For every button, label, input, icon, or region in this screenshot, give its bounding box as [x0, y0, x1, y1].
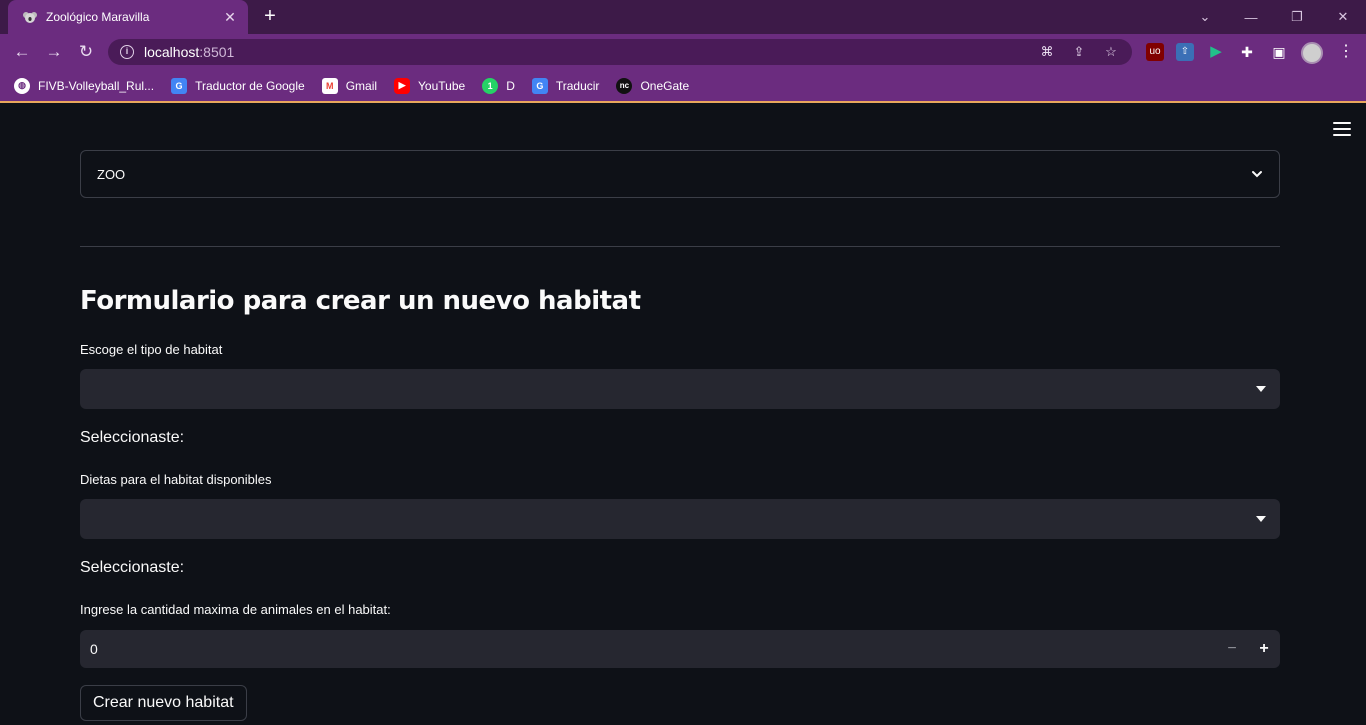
new-tab-button[interactable]: + — [258, 6, 282, 28]
form-title: Formulario para crear un nuevo habitat — [80, 286, 641, 316]
bookmark-gmail[interactable]: M Gmail — [321, 77, 378, 94]
url-host: localhost — [144, 44, 200, 60]
bookmark-star-icon[interactable]: ☆ — [1102, 43, 1120, 61]
globe-icon: ◍ — [14, 77, 30, 94]
selected-habitat-text: Seleccionaste: — [80, 429, 185, 446]
habitat-type-label: Escoge el tipo de habitat — [80, 342, 223, 357]
bookmark-traducir[interactable]: G Traducir — [531, 77, 600, 94]
bookmark-label: OneGate — [640, 78, 690, 93]
google-translate-icon: G — [531, 77, 548, 94]
caret-down-icon — [1256, 386, 1266, 392]
max-animals-number-input[interactable]: 0 − + — [80, 630, 1280, 668]
bookmark-label: Traductor de Google — [195, 78, 305, 93]
bookmark-label: D — [506, 78, 515, 93]
diet-label: Dietas para el habitat disponibles — [80, 472, 272, 487]
back-arrow-icon[interactable]: ← — [10, 41, 34, 63]
ublock-extension-icon[interactable]: uo — [1146, 43, 1164, 61]
gmail-icon: M — [321, 77, 338, 94]
reload-icon[interactable]: ↻ — [74, 41, 98, 63]
bookmark-label: Traducir — [555, 78, 600, 93]
extension-icon[interactable]: ⇧ — [1176, 43, 1194, 61]
url-port: :8501 — [199, 44, 235, 60]
browser-tab-active[interactable]: Zoológico Maravilla ✕ — [8, 0, 248, 34]
bookmark-d[interactable]: 1 D — [482, 77, 515, 94]
decrement-button[interactable]: − — [1216, 630, 1248, 668]
forward-arrow-icon[interactable]: → — [42, 41, 66, 63]
habitat-type-select[interactable] — [80, 369, 1280, 409]
browser-tab-bar: Zoológico Maravilla ✕ + ⌄ — ❐ ✕ — [0, 0, 1366, 34]
tab-close-icon[interactable]: ✕ — [222, 9, 238, 26]
caret-down-icon — [1256, 516, 1266, 522]
tab-search-icon[interactable]: ⌄ — [1182, 0, 1228, 34]
max-animals-label: Ingrese la cantidad maxima de animales e… — [80, 602, 391, 617]
browser-toolbar: ← → ↻ i localhost:8501 ⌘ ⇪ ☆ uo ⇧ ▶ ✚ ▣ … — [0, 34, 1366, 70]
bookmark-traductor-google[interactable]: G Traductor de Google — [171, 77, 305, 94]
browser-menu-icon[interactable]: ⋮ — [1338, 42, 1354, 62]
play-extension-icon[interactable]: ▶ — [1207, 43, 1225, 61]
bookmark-fivb[interactable]: ◍ FIVB-Volleyball_Rul... — [14, 77, 155, 94]
close-window-button[interactable]: ✕ — [1320, 0, 1366, 34]
diet-select[interactable] — [80, 499, 1280, 539]
profile-avatar[interactable] — [1301, 42, 1323, 64]
bookmark-label: Gmail — [345, 78, 378, 93]
selected-diet-text: Seleccionaste: — [80, 559, 185, 576]
create-habitat-button[interactable]: Crear nuevo habitat — [80, 685, 247, 721]
side-panel-icon[interactable]: ▣ — [1270, 43, 1288, 61]
tab-title: Zoológico Maravilla — [46, 10, 150, 24]
restore-button[interactable]: ❐ — [1274, 0, 1320, 34]
bookmarks-bar: ◍ FIVB-Volleyball_Rul... G Traductor de … — [0, 70, 1366, 103]
max-animals-value[interactable]: 0 — [80, 641, 1216, 657]
bookmark-label: FIVB-Volleyball_Rul... — [38, 78, 155, 93]
google-translate-icon: G — [171, 77, 188, 94]
minimize-button[interactable]: — — [1228, 0, 1274, 34]
bookmark-label: YouTube — [418, 78, 466, 93]
youtube-icon: ▶ — [394, 77, 411, 94]
increment-button[interactable]: + — [1248, 630, 1280, 668]
extensions-puzzle-icon[interactable]: ✚ — [1238, 43, 1256, 61]
onegate-icon: nc — [616, 77, 633, 94]
chevron-down-icon — [1252, 171, 1262, 178]
address-bar[interactable]: i localhost:8501 ⌘ ⇪ ☆ — [108, 39, 1132, 65]
bookmark-onegate[interactable]: nc OneGate — [616, 77, 690, 94]
translate-page-icon[interactable]: ⌘ — [1038, 43, 1056, 61]
zoo-selectbox[interactable]: ZOO — [80, 150, 1280, 198]
hamburger-menu-icon[interactable] — [1333, 122, 1351, 136]
site-info-icon[interactable]: i — [120, 45, 134, 59]
zoo-selectbox-value: ZOO — [97, 166, 126, 182]
koala-favicon-icon — [22, 9, 38, 25]
whatsapp-icon: 1 — [482, 77, 499, 94]
streamlit-app: ZOO Formulario para crear un nuevo habit… — [0, 105, 1366, 725]
divider — [80, 246, 1280, 247]
share-icon[interactable]: ⇪ — [1070, 43, 1088, 61]
bookmark-youtube[interactable]: ▶ YouTube — [394, 77, 466, 94]
